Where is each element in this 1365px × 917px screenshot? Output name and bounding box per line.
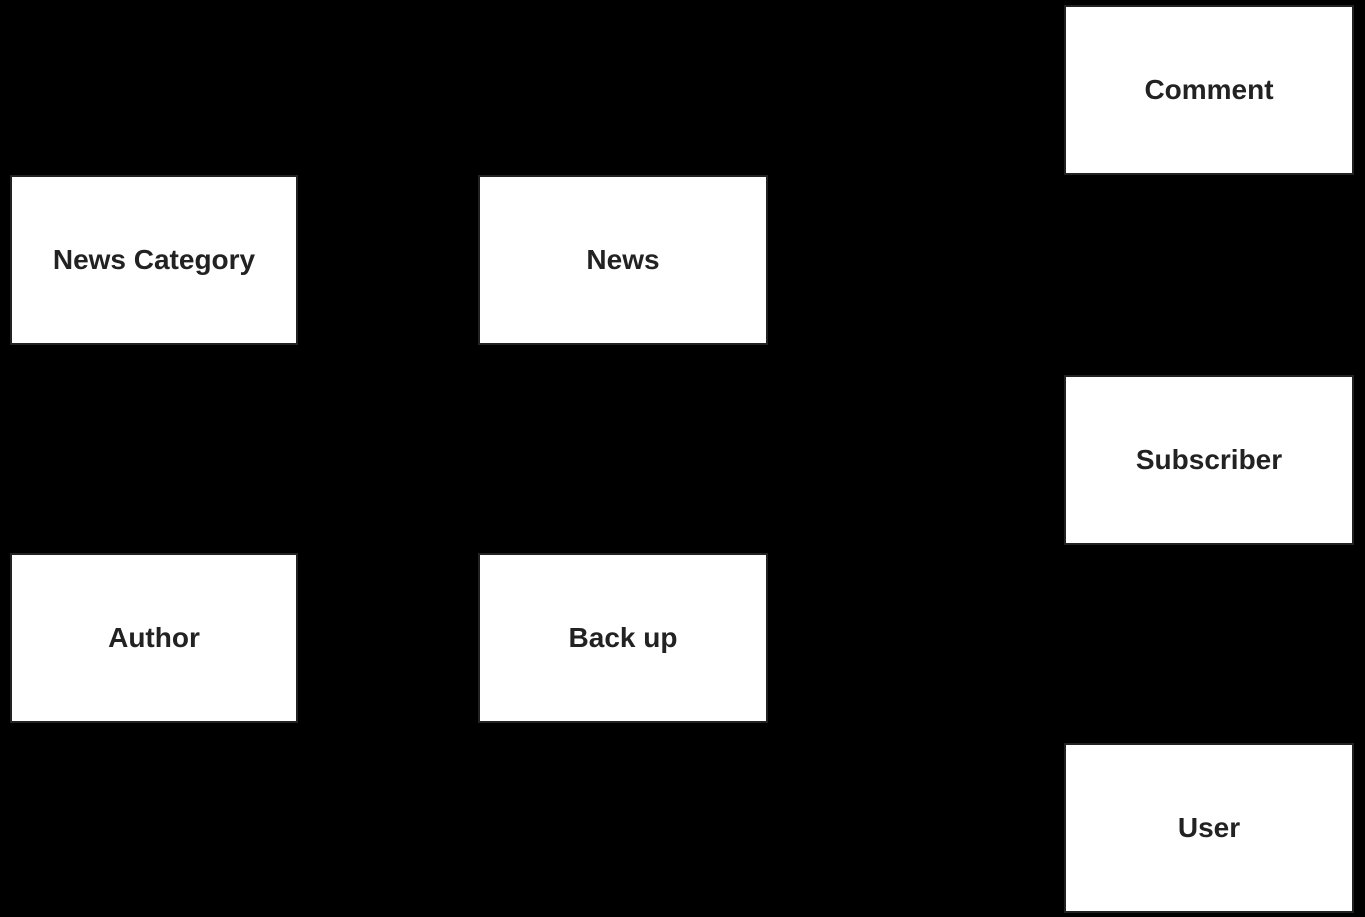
box-news: News (478, 175, 768, 345)
box-author: Author (10, 553, 298, 723)
box-comment: Comment (1064, 5, 1354, 175)
box-backup: Back up (478, 553, 768, 723)
box-label: Comment (1144, 74, 1273, 106)
box-user: User (1064, 743, 1354, 913)
box-subscriber: Subscriber (1064, 375, 1354, 545)
box-label: Subscriber (1136, 444, 1282, 476)
box-label: Author (108, 622, 200, 654)
box-label: News (586, 244, 659, 276)
box-label: Back up (569, 622, 678, 654)
box-news-category: News Category (10, 175, 298, 345)
box-label: User (1178, 812, 1240, 844)
box-label: News Category (53, 244, 255, 276)
